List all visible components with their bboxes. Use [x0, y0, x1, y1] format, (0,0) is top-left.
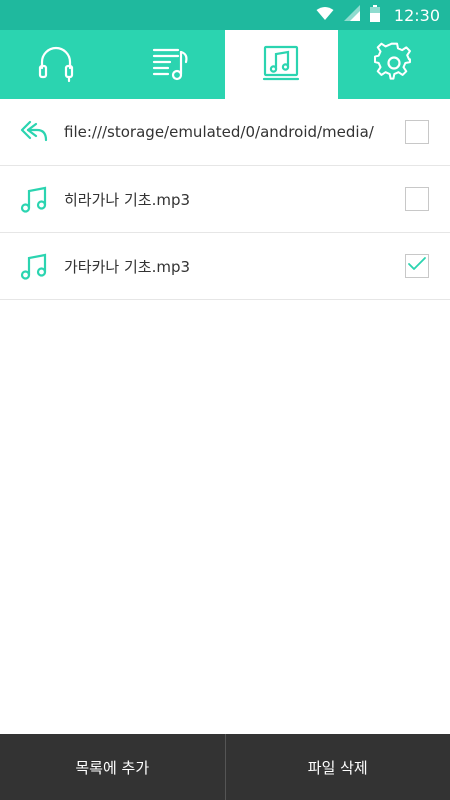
file-name: 가타카나 기초.mp3 — [64, 257, 191, 276]
path-row[interactable]: file:///storage/emulated/0/android/media… — [0, 99, 450, 166]
checkmark-icon — [407, 256, 427, 276]
battery-icon — [369, 4, 380, 26]
path-checkbox[interactable] — [405, 120, 429, 144]
music-folder-icon — [260, 42, 302, 88]
back-arrow-icon[interactable] — [14, 112, 54, 152]
current-path: file:///storage/emulated/0/android/media… — [64, 123, 374, 141]
bottom-action-bar: 목록에 추가 파일 삭제 — [0, 734, 450, 800]
music-note-icon — [14, 179, 54, 219]
signal-icon — [343, 5, 360, 25]
delete-file-button[interactable]: 파일 삭제 — [226, 734, 450, 800]
status-icons: 12:30 — [316, 0, 440, 30]
file-name: 히라가나 기초.mp3 — [64, 190, 191, 209]
music-note-icon — [14, 246, 54, 286]
status-time: 12:30 — [393, 5, 440, 25]
add-to-list-button[interactable]: 목록에 추가 — [0, 734, 225, 800]
tab-bar — [0, 30, 450, 99]
list-item[interactable]: 가타카나 기초.mp3 — [0, 233, 450, 300]
file-list: file:///storage/emulated/0/android/media… — [0, 99, 450, 300]
tab-playlist[interactable] — [113, 30, 226, 99]
tab-files[interactable] — [225, 30, 338, 99]
list-item[interactable]: 히라가나 기초.mp3 — [0, 166, 450, 233]
tab-settings[interactable] — [338, 30, 450, 99]
settings-gear-icon — [373, 42, 415, 88]
status-bar: 12:30 — [0, 0, 450, 30]
headphones-icon — [35, 42, 77, 88]
file-checkbox[interactable] — [405, 187, 429, 211]
tab-player[interactable] — [0, 30, 113, 99]
wifi-icon — [316, 6, 334, 25]
playlist-icon — [148, 42, 190, 88]
file-checkbox-checked[interactable] — [405, 254, 429, 278]
